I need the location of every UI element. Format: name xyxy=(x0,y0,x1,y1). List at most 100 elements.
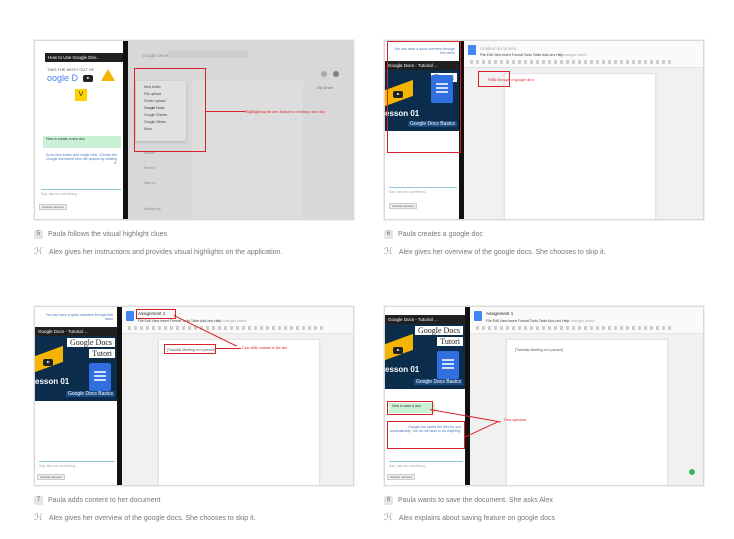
annotation-text: User question xyxy=(504,417,527,422)
annotation-arrow xyxy=(215,348,241,349)
save-status: All changes saved xyxy=(558,53,587,57)
tutorial-video[interactable]: Google Docs - Tutorial ... Google Docs T… xyxy=(35,327,117,401)
chat-divider xyxy=(389,187,457,188)
account-button[interactable]: Another account xyxy=(37,474,65,480)
annotation-text: User adds content to the doc xyxy=(242,345,288,350)
chat-input[interactable]: Say, ask me something... xyxy=(41,192,80,196)
play-icon[interactable] xyxy=(393,347,403,354)
menu-bar[interactable]: File Edit View Insert Format Tools Table… xyxy=(138,319,221,323)
docs-header: Untitled document File Edit View Insert … xyxy=(464,41,703,68)
video-heading-2: Tutori xyxy=(89,349,115,358)
v-logo-icon: V xyxy=(75,89,87,101)
toolbar[interactable] xyxy=(128,326,323,330)
step-8-panel: Google Docs - Tutorial ... Google Docs T… xyxy=(384,306,704,523)
step-6-note: ℋ Alex gives her overview of the google … xyxy=(384,247,606,257)
play-icon[interactable] xyxy=(83,75,93,82)
drive-app: Google Drive New folder File upload Fold… xyxy=(128,41,353,219)
video-logo-text: oogle D xyxy=(47,73,79,83)
docs-app: Assignment 1 File Edit View Insert Forma… xyxy=(429,307,703,485)
chat-intro: You can have a quick overview through th… xyxy=(45,313,113,321)
chat-instruction: How to create a new doc. xyxy=(43,136,121,148)
note-text: Alex explains about saving feature on go… xyxy=(398,514,555,522)
video-heading-1: Google Docs xyxy=(415,326,463,335)
step-number: 6 xyxy=(384,230,393,239)
account-button[interactable]: Another account xyxy=(387,474,415,480)
toolbar[interactable] xyxy=(470,60,673,64)
docs-app: Untitled document File Edit View Insert … xyxy=(464,41,703,219)
account-button[interactable]: Another account xyxy=(389,203,417,209)
chat-divider xyxy=(389,461,463,462)
menu-bar[interactable]: File Edit View Insert Format Tools Table… xyxy=(480,53,563,57)
note-text: Alex gives her overview of the google do… xyxy=(398,248,606,256)
video-heading-2: Tutori xyxy=(437,337,463,346)
docs-logo-icon[interactable] xyxy=(474,311,482,321)
video-text: TING THE MOST OUT OF xyxy=(47,67,95,72)
annotation-text: Highlighting the new button to creating … xyxy=(245,109,326,114)
docs-logo-icon[interactable] xyxy=(468,45,476,55)
step-5-note: ℋ Alex gives her instructions and provid… xyxy=(34,247,282,257)
play-icon[interactable] xyxy=(43,359,53,366)
toolbar[interactable] xyxy=(476,326,673,330)
annotation-arrow-2 xyxy=(464,420,499,438)
chat-divider xyxy=(41,189,121,190)
step-6-panel: You can have a quick overview through th… xyxy=(384,40,704,257)
step-6-caption: 6 Paula creates a google doc xyxy=(384,230,483,239)
lesson-label: esson 01 xyxy=(35,377,70,386)
step-7-screenshot: You can have a quick overview through th… xyxy=(34,306,354,486)
video-title: How to Use Google Driv... xyxy=(45,53,123,62)
step-5-caption: 5 Paula follows the visual highlight clu… xyxy=(34,230,167,239)
assistant-icon: ℋ xyxy=(384,513,393,523)
step-8-caption: 8 Paula wants to save the document. She … xyxy=(384,496,553,505)
chat-input[interactable]: Say, ask me something... xyxy=(389,464,428,468)
tutorial-video[interactable]: How to Use Google Driv... TING THE MOST … xyxy=(45,53,123,105)
save-status: All changes saved xyxy=(218,319,247,323)
assistant-icon: ℋ xyxy=(34,247,43,257)
note-text: Alex gives her overview of the google do… xyxy=(48,514,256,522)
docs-logo-icon[interactable] xyxy=(126,311,134,321)
step-7-panel: You can have a quick overview through th… xyxy=(34,306,354,523)
doc-page[interactable]: [Tutorials Meeting on a person] xyxy=(506,339,668,485)
video-title: Google Docs - Tutorial ... xyxy=(35,327,117,336)
assistant-sidebar: You can have a quick overview through th… xyxy=(35,307,118,485)
video-title: Google Docs - Tutorial ... xyxy=(385,315,465,324)
content-highlight-box xyxy=(164,344,216,354)
caption-text: Paula adds content to her document xyxy=(48,497,161,504)
note-text: Alex gives her instructions and provides… xyxy=(48,248,283,256)
step-5-screenshot: How to Use Google Driv... TING THE MOST … xyxy=(34,40,354,220)
chat-reply: Go to new button and single click. Choos… xyxy=(45,153,117,165)
doc-text[interactable]: [Tutorials Meeting on a person] xyxy=(515,348,563,352)
caption-text: Paula follows the visual highlight clues xyxy=(48,231,168,238)
caption-text: Paula wants to save the document. She as… xyxy=(398,497,553,504)
assistant-icon: ℋ xyxy=(34,513,43,523)
question-highlight-box xyxy=(387,401,433,415)
chat-input[interactable]: Say, ask me something... xyxy=(389,190,428,194)
reply-highlight-box xyxy=(387,421,465,449)
doc-icon xyxy=(89,363,111,391)
step-number: 8 xyxy=(384,496,393,505)
doc-name[interactable]: Untitled document xyxy=(480,46,516,51)
caption-text: Paula creates a google doc xyxy=(398,231,483,238)
step-7-caption: 7 Paula adds content to her document xyxy=(34,496,160,505)
tutorial-video[interactable]: Google Docs - Tutorial ... Google Docs T… xyxy=(385,315,465,389)
video-heading-1: Google Docs xyxy=(67,338,115,347)
status-dot[interactable] xyxy=(689,469,695,475)
video-subtitle: Google Docs Basics xyxy=(65,391,115,397)
step-number: 7 xyxy=(34,496,43,505)
doc-page[interactable]: [Tutorials Meeting on a person] xyxy=(158,339,320,485)
chat-divider xyxy=(39,461,115,462)
video-highlight-box xyxy=(387,41,461,153)
step-5-panel: How to Use Google Driv... TING THE MOST … xyxy=(34,40,354,257)
step-7-note: ℋ Alex gives her overview of the google … xyxy=(34,513,256,523)
title-highlight-box xyxy=(136,309,176,319)
assistant-sidebar: Google Docs - Tutorial ... Google Docs T… xyxy=(385,307,466,485)
doc-name[interactable]: Assignment 1 xyxy=(486,311,513,316)
step-8-note: ℋ Alex explains about saving feature on … xyxy=(384,513,555,523)
account-button[interactable]: Another account xyxy=(39,204,67,210)
video-subtitle: Google Docs Basics xyxy=(413,379,463,385)
chat-input[interactable]: Say, ask me something... xyxy=(39,464,78,468)
docs-header: Assignment 1 File Edit View Insert Forma… xyxy=(470,307,703,334)
annotation-arrow xyxy=(205,111,245,112)
doc-page[interactable] xyxy=(504,73,656,219)
annotation-text: Walk through of google docs xyxy=(488,77,535,82)
menu-bar[interactable]: File Edit View Insert Format Tools Table… xyxy=(486,319,569,323)
